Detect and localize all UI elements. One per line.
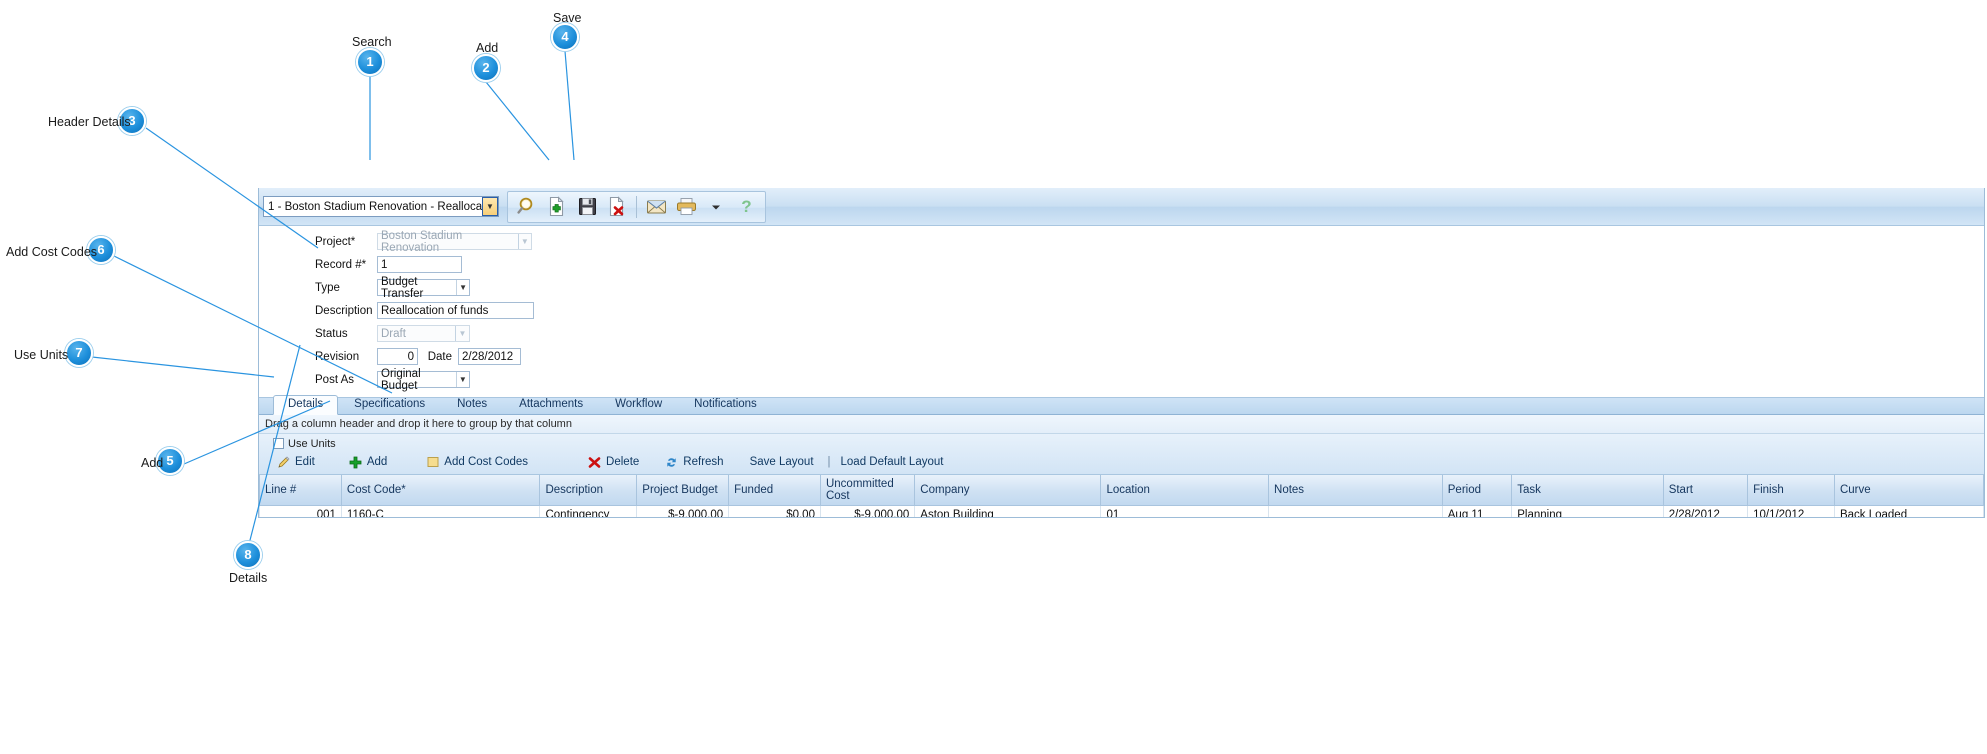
callout-marker-1: 1 (356, 48, 384, 76)
annotation-leader-lines (91, 50, 575, 549)
callout-label-7: Use Units (14, 348, 69, 362)
callout-marker-8: 8 (234, 541, 262, 569)
callout-label-8: Details (229, 571, 268, 585)
callout-marker-7: 7 (65, 339, 93, 367)
callout-label-1: Search (352, 35, 392, 49)
callout-label-6: Add Cost Codes (6, 245, 98, 259)
callout-label-3: Header Details (48, 115, 131, 129)
callout-label-2: Add (476, 41, 499, 55)
callout-label-4: Save (553, 11, 582, 25)
screenshot-root: 1 Search 2 Add 3 Header Details 4 Save 5 Add 6 Add … (0, 0, 1987, 754)
callout-marker-4: 4 (551, 23, 579, 51)
callout-label-5: Add (141, 456, 164, 470)
callout-marker-2: 2 (472, 54, 500, 82)
